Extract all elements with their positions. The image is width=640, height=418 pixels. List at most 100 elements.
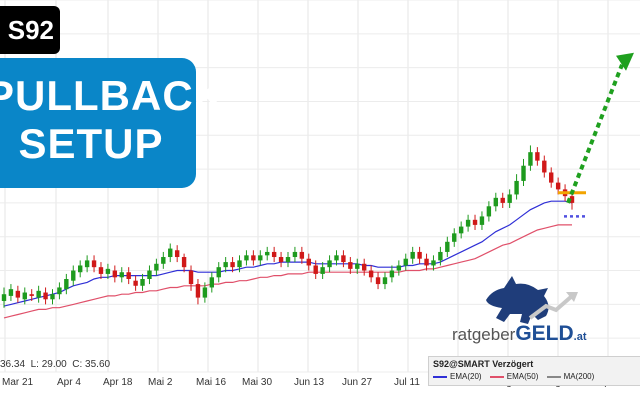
candle-body xyxy=(195,284,201,298)
candle-body xyxy=(29,294,34,296)
candle-body xyxy=(147,270,152,279)
candle-body xyxy=(161,257,166,264)
candle-body xyxy=(126,272,131,279)
candle-body xyxy=(320,267,325,274)
candle-body xyxy=(465,219,471,227)
candle-body xyxy=(396,265,402,271)
candle-body xyxy=(181,257,187,268)
candle-body xyxy=(334,255,339,261)
candle-body xyxy=(549,172,554,183)
candle-body xyxy=(410,251,415,259)
candle-body xyxy=(84,260,90,268)
candle-body xyxy=(105,268,111,274)
candle-body xyxy=(528,152,533,166)
x-tick-label: Apr 4 xyxy=(57,377,81,388)
candle-body xyxy=(500,197,505,203)
x-tick-label: Mai 16 xyxy=(196,377,226,388)
x-tick-label: Jun 27 xyxy=(342,377,372,388)
candle-body xyxy=(57,287,62,295)
x-tick-label: Jul 11 xyxy=(394,377,420,388)
legend-ema50-label: EMA(50) xyxy=(506,372,539,381)
candle-body xyxy=(514,180,519,195)
candle-body xyxy=(50,294,55,300)
candle-body xyxy=(452,233,457,242)
candle-body xyxy=(486,206,492,217)
candle-body xyxy=(382,277,388,285)
candle-body xyxy=(112,270,118,278)
candle-body xyxy=(479,216,485,225)
x-tick-label: Mar 21 xyxy=(2,377,34,388)
candle-body xyxy=(71,270,76,281)
candle-body xyxy=(119,272,124,278)
candle-body xyxy=(168,248,173,258)
x-tick-label: Mai 30 xyxy=(242,377,272,388)
logo-word1: ratgeber xyxy=(452,325,516,344)
candle-body xyxy=(493,197,499,207)
candle-body xyxy=(424,258,429,266)
candle-body xyxy=(265,251,270,256)
candle-body xyxy=(77,265,83,273)
candle-body xyxy=(327,260,332,268)
candle-body xyxy=(278,257,284,263)
candle-body xyxy=(91,260,97,268)
legend-item-ema50[interactable]: EMA(50) xyxy=(489,372,539,381)
candle-body xyxy=(36,290,41,298)
candle-body xyxy=(535,152,540,161)
candle-body xyxy=(188,270,194,285)
candle-body xyxy=(445,241,450,252)
candle-body xyxy=(438,251,443,261)
ma200-swatch xyxy=(546,375,561,378)
candle-body xyxy=(98,267,104,274)
setup-badge-line1: PULLBACK xyxy=(0,72,225,119)
logo-word2: GELD xyxy=(515,322,574,345)
x-tick-label: Mai 2 xyxy=(148,377,173,388)
projection-arrow xyxy=(566,52,634,204)
setup-badge: PULLBACK SETUP xyxy=(0,58,225,188)
candle-body xyxy=(472,219,478,225)
candle-body xyxy=(223,262,228,268)
setup-badge-line2: SETUP xyxy=(18,120,164,167)
candle-body xyxy=(285,257,291,263)
candle-body xyxy=(244,255,249,261)
candle-body xyxy=(1,294,7,301)
candle-body xyxy=(140,279,145,286)
candle-body xyxy=(133,280,138,286)
candle-body xyxy=(389,270,395,278)
candle-body xyxy=(431,260,436,266)
candle-body xyxy=(355,263,360,269)
ratgebergeld-logo: ratgeberGELD.at xyxy=(452,322,587,346)
logo-ext: .at xyxy=(573,331,587,343)
x-tick-label: Apr 18 xyxy=(103,377,133,388)
candle-body xyxy=(306,258,311,266)
candle-body xyxy=(361,263,367,271)
candle-body xyxy=(403,258,408,266)
candle-body xyxy=(174,250,180,258)
candle-body xyxy=(216,267,221,278)
candle-body xyxy=(237,260,242,268)
candle-body xyxy=(348,262,353,269)
candle-body xyxy=(417,251,422,259)
candle-body xyxy=(299,251,305,259)
legend-ema20-label: EMA(20) xyxy=(450,372,482,381)
candle-body xyxy=(542,160,547,173)
candle-body xyxy=(230,262,235,268)
candle-body xyxy=(43,292,48,300)
candle-body xyxy=(258,255,263,261)
candle-body xyxy=(271,251,277,258)
legend-item-ema20[interactable]: EMA(20) xyxy=(433,372,482,381)
bull-logo-icon xyxy=(486,276,578,324)
candle-body xyxy=(368,270,374,278)
ticker-badge: S92 xyxy=(0,6,60,54)
legend-title: S92@SMART Verzögert xyxy=(433,359,534,369)
projection-line xyxy=(566,63,624,204)
candle-body xyxy=(375,277,381,285)
ema50-swatch xyxy=(489,375,504,378)
legend-row: EMA(20) EMA(50) MA(200) xyxy=(433,372,640,381)
legend-ma200-label: MA(200) xyxy=(563,372,595,381)
candle-body xyxy=(507,194,512,203)
legend-item-ma200[interactable]: MA(200) xyxy=(546,372,595,381)
candle-body xyxy=(555,182,561,190)
candle-body xyxy=(458,226,464,234)
candle-body xyxy=(22,292,27,300)
candle-body xyxy=(341,255,346,263)
